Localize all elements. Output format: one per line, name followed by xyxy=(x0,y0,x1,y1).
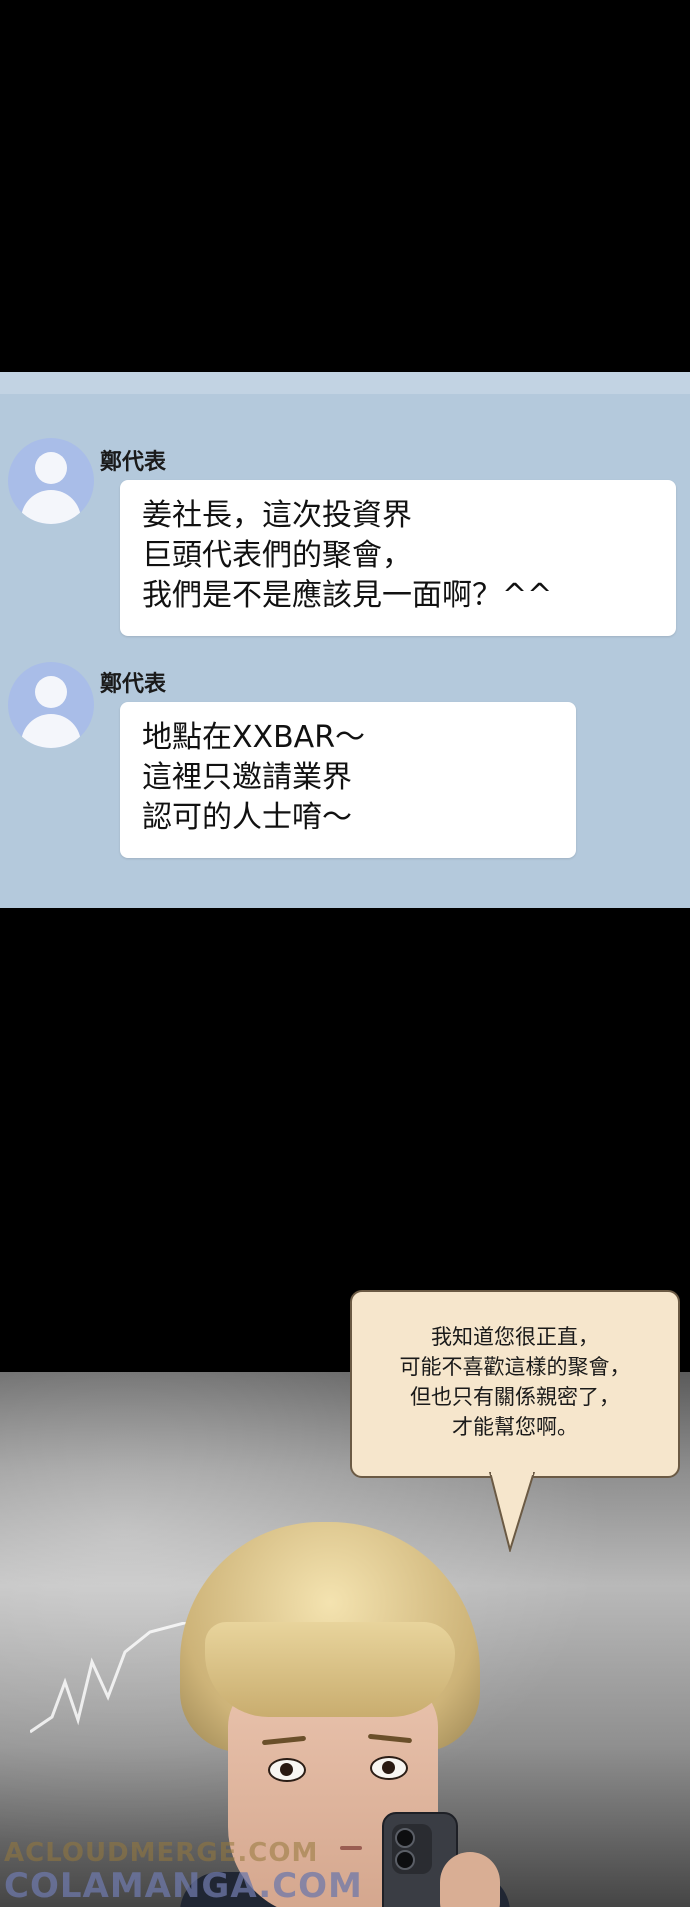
chat-panel: 鄭代表 姜社長，這次投資界 巨頭代表們的聚會， 我們是不是應該見一面啊？^^ 鄭… xyxy=(0,372,690,908)
left-eye xyxy=(268,1758,306,1782)
message-line: 認可的人士唷～ xyxy=(142,800,352,835)
avatar-icon xyxy=(8,438,94,524)
camera-lens-icon xyxy=(395,1828,415,1848)
camera-block xyxy=(392,1824,432,1874)
character-bangs xyxy=(205,1622,455,1717)
character-hand xyxy=(440,1852,500,1907)
sender-name: 鄭代表 xyxy=(100,672,167,697)
speech-line: 才能幫您啊。 xyxy=(452,1415,578,1439)
camera-lens-icon xyxy=(395,1850,415,1870)
chat-top-band xyxy=(0,372,690,394)
message-line: 這裡只邀請業界 xyxy=(142,760,352,795)
speech-bubble-tail xyxy=(488,1472,536,1552)
avatar-head-shape xyxy=(35,676,67,708)
speech-bubble: 我知道您很正直， 可能不喜歡這樣的聚會， 但也只有關係親密了， 才能幫您啊。 xyxy=(350,1290,680,1478)
speech-line: 但也只有關係親密了， xyxy=(410,1385,620,1409)
message-line: 巨頭代表們的聚會， xyxy=(142,538,412,573)
avatar-icon xyxy=(8,662,94,748)
message-bubble: 地點在XXBAR～ 這裡只邀請業界 認可的人士唷～ xyxy=(120,702,576,858)
speech-line: 可能不喜歡這樣的聚會， xyxy=(399,1355,631,1379)
message-bubble: 姜社長，這次投資界 巨頭代表們的聚會， 我們是不是應該見一面啊？^^ xyxy=(120,480,676,636)
avatar-head-shape xyxy=(35,452,67,484)
message-line: 我們是不是應該見一面啊？^^ xyxy=(142,578,553,613)
watermark-text: ACLOUDMERGE.COM xyxy=(4,1838,319,1868)
character-mouth xyxy=(340,1846,362,1850)
avatar-shoulders-shape xyxy=(21,490,81,524)
message-line: 姜社長，這次投資界 xyxy=(142,498,412,533)
lightning-streak xyxy=(30,1622,189,1734)
message-line: 地點在XXBAR～ xyxy=(142,720,366,755)
sender-name: 鄭代表 xyxy=(100,450,167,475)
avatar-shoulders-shape xyxy=(21,714,81,748)
black-panel-top xyxy=(0,0,690,372)
right-eye xyxy=(370,1756,408,1780)
speech-line: 我知道您很正直， xyxy=(431,1325,599,1349)
watermark-text: COLAMANGA.COM xyxy=(4,1866,363,1906)
